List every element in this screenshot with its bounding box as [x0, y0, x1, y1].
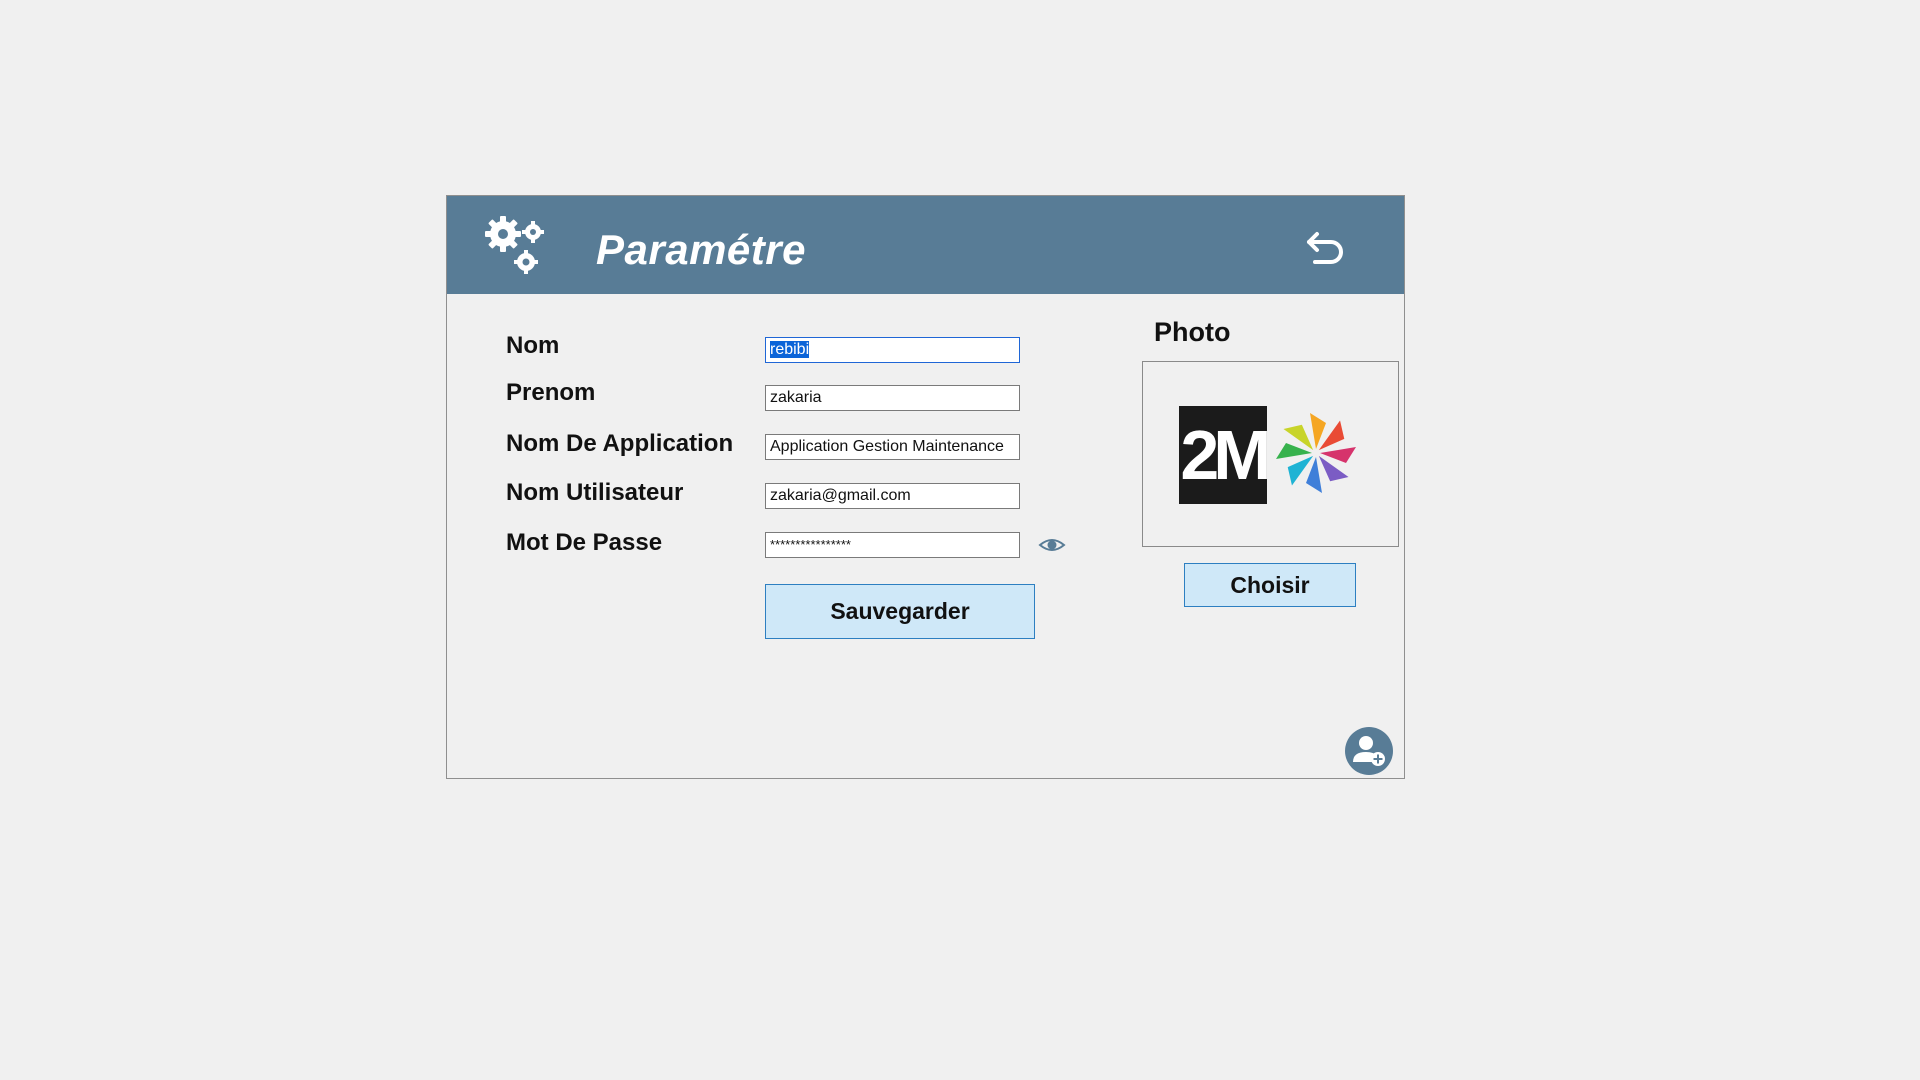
app-name-input[interactable]: Application Gestion Maintenance — [765, 434, 1020, 460]
logo-2m: 2M — [1179, 406, 1272, 504]
choose-photo-button[interactable]: Choisir — [1184, 563, 1356, 607]
password-input[interactable]: **************** — [765, 532, 1020, 558]
back-button[interactable] — [1299, 226, 1347, 270]
header-bar: Paramétre — [447, 196, 1404, 294]
photo-preview: 2M — [1142, 361, 1399, 547]
prenom-label: Prenom — [506, 379, 596, 406]
password-label: Mot De Passe — [506, 529, 663, 556]
toggle-password-button[interactable] — [1037, 535, 1067, 555]
settings-window: Paramétre Nom rebibi Prenom zakaria Nom … — [446, 195, 1405, 779]
username-label: Nom Utilisateur — [506, 479, 684, 506]
user-button[interactable] — [1344, 726, 1394, 776]
gears-icon — [485, 216, 544, 274]
undo-arrow-icon — [1307, 232, 1343, 264]
nom-label: Nom — [506, 332, 560, 359]
page-title: Paramétre — [596, 226, 806, 273]
prenom-input[interactable]: zakaria — [765, 385, 1020, 411]
save-button[interactable]: Sauvegarder — [765, 584, 1035, 639]
nom-input[interactable]: rebibi — [765, 337, 1020, 363]
username-input[interactable]: zakaria@gmail.com — [765, 483, 1020, 509]
nom-input-value: rebibi — [770, 341, 810, 358]
app-name-label: Nom De Application — [506, 430, 734, 457]
photo-label: Photo — [1154, 317, 1231, 347]
eye-icon — [1038, 539, 1066, 551]
pinwheel-logo-icon — [1276, 413, 1356, 493]
